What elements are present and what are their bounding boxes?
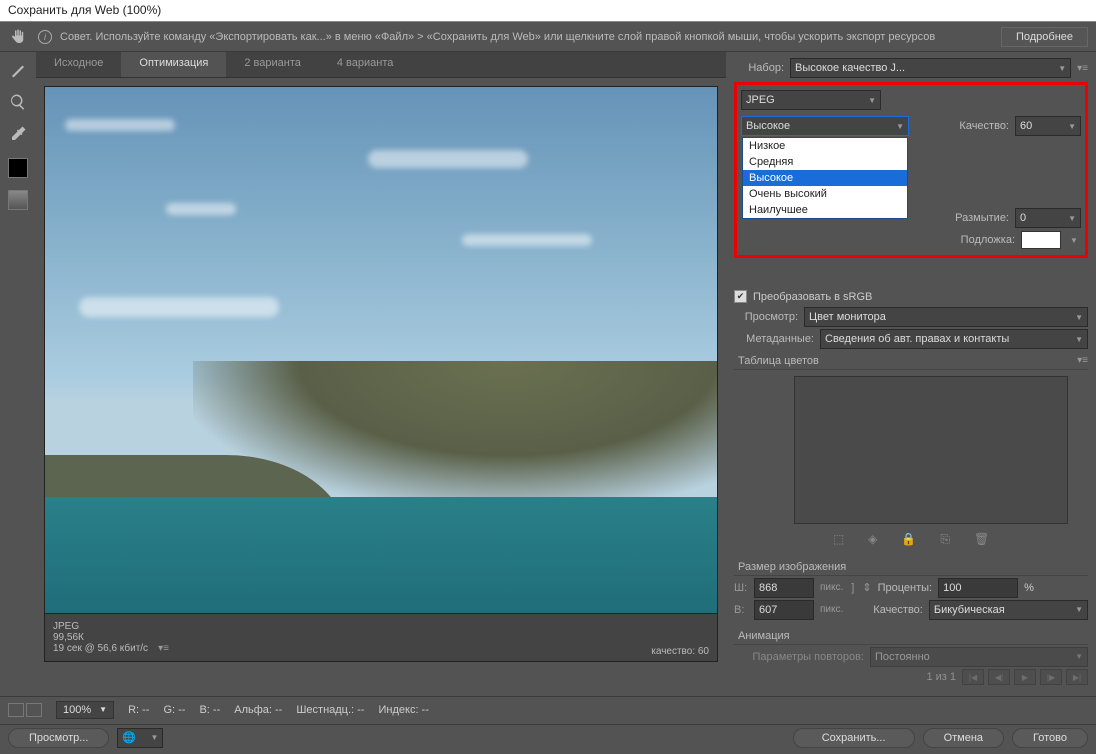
palette-btn-trash[interactable]: 🗑 — [974, 532, 989, 547]
dd-option-high[interactable]: Высокое — [743, 170, 907, 186]
layout-box-1[interactable] — [8, 703, 24, 717]
background-swatch[interactable] — [8, 190, 28, 210]
format-select[interactable]: JPEG▼ — [741, 90, 881, 110]
resample-label: Качество: — [873, 604, 923, 616]
height-label: В: — [734, 604, 748, 616]
matte-label: Подложка: — [961, 234, 1015, 246]
resample-select[interactable]: Бикубическая▼ — [929, 600, 1088, 620]
frame-counter: 1 из 1 — [926, 671, 956, 683]
animation-title: Анимация — [734, 626, 1088, 645]
quality-label: Качество: — [959, 120, 1009, 132]
px-label: пикс. — [820, 582, 843, 593]
foreground-swatch[interactable] — [8, 158, 28, 178]
meta-size: 99,56К — [53, 632, 709, 643]
settings-panel: Набор: Высокое качество J...▼ ▾≡ JPEG▼ В… — [726, 52, 1096, 692]
anim-next[interactable]: |▶ — [1040, 669, 1062, 685]
dd-option-veryhigh[interactable]: Очень высокий — [743, 186, 907, 202]
metadata-select[interactable]: Сведения об авт. правах и контакты▼ — [820, 329, 1088, 349]
status-index: Индекс: -- — [378, 704, 428, 716]
hand-tool[interactable] — [6, 25, 30, 49]
panel-menu-icon[interactable]: ▾≡ — [1077, 63, 1088, 74]
tab-two-up[interactable]: 2 варианта — [226, 52, 319, 77]
link-icon[interactable]: ] — [851, 582, 854, 594]
anim-last[interactable]: ▶| — [1066, 669, 1088, 685]
blur-label: Размытие: — [955, 212, 1009, 224]
status-hex: Шестнадц.: -- — [296, 704, 364, 716]
anim-prev[interactable]: ◀| — [988, 669, 1010, 685]
slice-tool[interactable] — [6, 58, 30, 82]
save-button[interactable]: Сохранить... — [793, 728, 915, 748]
percent-label: Проценты: — [878, 582, 933, 594]
meta-time: 19 сек @ 56,6 кбит/с — [53, 643, 148, 654]
meta-quality: качество: 60 — [651, 646, 709, 657]
blur-input[interactable]: 0▼ — [1015, 208, 1081, 228]
srgb-checkbox[interactable]: ✔ — [734, 290, 747, 303]
quality-preset-dropdown: Низкое Средняя Высокое Очень высокий Наи… — [742, 137, 908, 219]
meta-format: JPEG — [53, 621, 709, 632]
palette-title: Таблица цветов▾≡ — [734, 351, 1088, 370]
image-preview[interactable] — [44, 86, 718, 614]
matte-swatch[interactable] — [1021, 231, 1061, 249]
preset-label: Набор: — [734, 62, 784, 74]
tip-bar: i Совет. Используйте команду «Экспортиро… — [0, 22, 1096, 52]
palette-btn-1[interactable]: ⬚ — [833, 532, 844, 547]
status-b: B: -- — [199, 704, 220, 716]
width-label: Ш: — [734, 582, 748, 594]
width-input[interactable] — [754, 578, 814, 598]
palette-btn-2[interactable]: ◈ — [868, 532, 877, 547]
preview-label: Просмотр: — [734, 311, 798, 323]
loop-label: Параметры повторов: — [734, 651, 864, 663]
px-label-2: пикс. — [820, 604, 843, 615]
meta-menu-icon[interactable]: ▾≡ — [158, 643, 169, 654]
quality-input[interactable]: 60▼ — [1015, 116, 1081, 136]
zoom-select[interactable]: 100%▼ — [56, 701, 114, 719]
tab-source[interactable]: Исходное — [36, 52, 121, 77]
status-g: G: -- — [163, 704, 185, 716]
image-size-title: Размер изображения — [734, 557, 1088, 576]
tab-four-up[interactable]: 4 варианта — [319, 52, 412, 77]
status-r: R: -- — [128, 704, 149, 716]
highlight-annotation: JPEG▼ Высокое▼ Низкое Средняя Высокое Оч… — [734, 82, 1088, 258]
dd-option-low[interactable]: Низкое — [743, 138, 907, 154]
preview-meta: JPEG 99,56К 19 сек @ 56,6 кбит/с ▾≡ каче… — [44, 614, 718, 662]
srgb-label: Преобразовать в sRGB — [753, 291, 872, 303]
more-button[interactable]: Подробнее — [1001, 27, 1088, 47]
preview-tabs: Исходное Оптимизация 2 варианта 4 вариан… — [36, 52, 726, 78]
layout-box-2[interactable] — [26, 703, 42, 717]
anim-play[interactable]: ▶ — [1014, 669, 1036, 685]
palette-toolbar: ⬚ ◈ 🔒 ⎘ 🗑 — [734, 528, 1088, 555]
dd-option-max[interactable]: Наилучшее — [743, 202, 907, 218]
preview-button[interactable]: Просмотр... — [8, 728, 109, 748]
info-icon: i — [38, 30, 52, 44]
palette-btn-3[interactable]: 🔒 — [901, 532, 916, 547]
window-title: Сохранить для Web (100%) — [0, 0, 1096, 22]
metadata-label: Метаданные: — [734, 333, 814, 345]
done-button[interactable]: Готово — [1012, 728, 1088, 748]
status-alpha: Альфа: -- — [234, 704, 282, 716]
percent-input[interactable] — [938, 578, 1018, 598]
anim-first[interactable]: |◀ — [962, 669, 984, 685]
loop-select: Постоянно▼ — [870, 647, 1088, 667]
tip-text: Совет. Используйте команду «Экспортирова… — [60, 31, 993, 43]
cancel-button[interactable]: Отмена — [923, 728, 1004, 748]
eyedropper-tool[interactable] — [6, 122, 30, 146]
height-input[interactable] — [754, 600, 814, 620]
palette-menu-icon[interactable]: ▾≡ — [1077, 355, 1088, 367]
percent-unit: % — [1024, 582, 1034, 594]
status-bar: 100%▼ R: -- G: -- B: -- Альфа: -- Шестна… — [0, 696, 1096, 722]
dd-option-medium[interactable]: Средняя — [743, 154, 907, 170]
palette-btn-4[interactable]: ⎘ — [940, 532, 950, 547]
quality-preset-select[interactable]: Высокое▼ Низкое Средняя Высокое Очень вы… — [741, 116, 909, 136]
constrain-icon[interactable]: ⇕ — [862, 581, 871, 594]
zoom-tool[interactable] — [6, 90, 30, 114]
footer-bar: Просмотр... 🌐▼ Сохранить... Отмена Готов… — [0, 724, 1096, 750]
left-toolbar — [0, 52, 36, 692]
preview-select[interactable]: Цвет монитора▼ — [804, 307, 1088, 327]
preset-select[interactable]: Высокое качество J...▼ — [790, 58, 1071, 78]
browser-select[interactable]: 🌐▼ — [117, 728, 163, 748]
tab-optimize[interactable]: Оптимизация — [121, 52, 226, 77]
color-table — [794, 376, 1068, 524]
